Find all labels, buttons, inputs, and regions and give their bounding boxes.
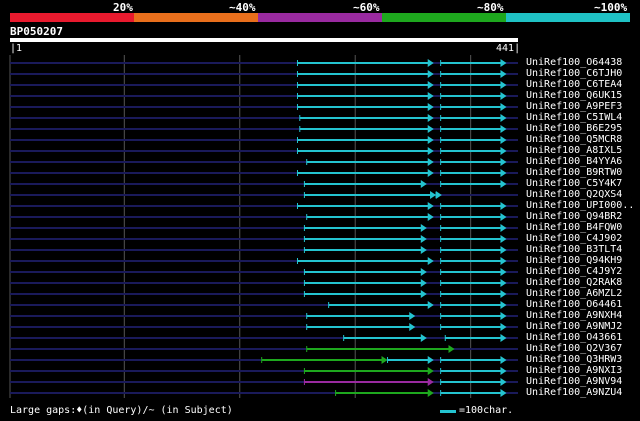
- hit-label[interactable]: UniRef100_A9NXH4: [526, 310, 622, 321]
- hit-label[interactable]: UniRef100_Q5MCR8: [526, 134, 622, 145]
- hit-segment-arrow: [500, 378, 507, 386]
- hit-segment-arrow: [427, 103, 434, 111]
- hit-segment-arrow: [500, 279, 507, 287]
- hit-label[interactable]: UniRef100_O64438: [526, 57, 622, 68]
- hit-segment-arrow: [500, 290, 507, 298]
- hit-segment-arrow: [427, 59, 434, 67]
- hit-segment-arrow: [500, 125, 507, 133]
- hit-segment-arrow: [427, 92, 434, 100]
- hit-segment-arrow: [427, 147, 434, 155]
- hit-label[interactable]: UniRef100_O43661: [526, 332, 622, 343]
- hit-label[interactable]: UniRef100_Q2RAK8: [526, 277, 622, 288]
- hit-segment-arrow: [420, 268, 427, 276]
- hit-segment-arrow: [427, 213, 434, 221]
- scale-bar: [440, 410, 456, 413]
- hit-label[interactable]: UniRef100_A9NV94: [526, 376, 622, 387]
- hit-label[interactable]: UniRef100_A6MZL2: [526, 288, 622, 299]
- hit-segment-arrow: [427, 202, 434, 210]
- hit-label[interactable]: UniRef100_O64461: [526, 299, 622, 310]
- hit-segment-arrow: [500, 114, 507, 122]
- hit-segment-arrow: [500, 147, 507, 155]
- hit-segment-arrow: [500, 257, 507, 265]
- hit-segment-arrow: [500, 59, 507, 67]
- hit-segment-arrow: [500, 213, 507, 221]
- hit-label[interactable]: UniRef100_C6TEA4: [526, 79, 622, 90]
- hit-segment-arrow: [500, 92, 507, 100]
- hit-label[interactable]: UniRef100_A9NMJ2: [526, 321, 622, 332]
- hit-segment-arrow: [500, 180, 507, 188]
- hit-segment-arrow: [381, 356, 388, 364]
- hit-segment-arrow: [500, 301, 507, 309]
- hit-segment-arrow: [500, 158, 507, 166]
- hit-segment-arrow: [420, 180, 427, 188]
- hit-segment-arrow: [500, 235, 507, 243]
- hit-segment-arrow: [500, 81, 507, 89]
- hit-label[interactable]: UniRef100_C5IWL4: [526, 112, 622, 123]
- hit-segment-arrow: [500, 202, 507, 210]
- hit-segment-arrow: [427, 367, 434, 375]
- hit-label[interactable]: UniRef100_Q2V367: [526, 343, 622, 354]
- hit-segment-arrow: [500, 389, 507, 397]
- hit-label[interactable]: UniRef100_Q94KH9: [526, 255, 622, 266]
- hit-segment-arrow: [500, 323, 507, 331]
- hit-label[interactable]: UniRef100_A9NXI3: [526, 365, 622, 376]
- hit-label[interactable]: UniRef100_Q6UK15: [526, 90, 622, 101]
- hit-segment-arrow: [427, 125, 434, 133]
- hit-label[interactable]: UniRef100_C4J902: [526, 233, 622, 244]
- hit-segment-arrow: [420, 224, 427, 232]
- hit-label[interactable]: UniRef100_Q3HRW3: [526, 354, 622, 365]
- hit-segment-arrow: [427, 301, 434, 309]
- hit-segment-arrow: [500, 169, 507, 177]
- hit-segment-arrow: [500, 136, 507, 144]
- hit-segment-arrow: [500, 103, 507, 111]
- large-gaps-note: Large gaps:♦(in Query)/~ (in Subject): [10, 405, 233, 416]
- hit-segment-arrow: [500, 224, 507, 232]
- hit-label[interactable]: UniRef100_C5Y4K7: [526, 178, 622, 189]
- hit-label[interactable]: UniRef100_C6TJH0: [526, 68, 622, 79]
- hit-segment-arrow: [427, 114, 434, 122]
- hit-label[interactable]: UniRef100_C4J9Y2: [526, 266, 622, 277]
- hit-segment-arrow: [420, 235, 427, 243]
- hit-segment-arrow: [420, 290, 427, 298]
- hit-segment-arrow: [500, 70, 507, 78]
- hit-segment-arrow: [500, 312, 507, 320]
- hit-segment-arrow: [427, 257, 434, 265]
- hit-label[interactable]: UniRef100_A8IXL5: [526, 145, 622, 156]
- hit-label[interactable]: UniRef100_Q94BR2: [526, 211, 622, 222]
- hit-segment-arrow: [500, 356, 507, 364]
- hit-segment-arrow: [427, 136, 434, 144]
- hit-segment-arrow: [427, 169, 434, 177]
- hit-segment-arrow: [500, 367, 507, 375]
- hit-label[interactable]: UniRef100_UPI000..: [526, 200, 634, 211]
- hit-segment-arrow: [427, 70, 434, 78]
- hit-segment-arrow: [500, 334, 507, 342]
- hit-label[interactable]: UniRef100_Q2QXS4: [526, 189, 622, 200]
- hit-segment-arrow: [420, 279, 427, 287]
- hit-label[interactable]: UniRef100_B9RTW0: [526, 167, 622, 178]
- scale-label: =100char.: [459, 405, 514, 416]
- hit-segment-arrow: [427, 389, 434, 397]
- hit-label[interactable]: UniRef100_B4YYA6: [526, 156, 622, 167]
- hit-label[interactable]: UniRef100_B6E295: [526, 123, 622, 134]
- hit-segment-arrow: [427, 378, 434, 386]
- hit-segment-arrow: [500, 246, 507, 254]
- hit-segment-arrow: [427, 158, 434, 166]
- hit-segment-arrow: [420, 246, 427, 254]
- hit-segment-arrow: [420, 334, 427, 342]
- hit-segment-arrow: [500, 268, 507, 276]
- hit-label[interactable]: UniRef100_B3TLT4: [526, 244, 622, 255]
- hit-segment-arrow: [430, 191, 437, 199]
- hit-segment-arrow: [448, 345, 455, 353]
- hit-label[interactable]: UniRef100_A9PEF3: [526, 101, 622, 112]
- hit-segment-arrow: [427, 356, 434, 364]
- hit-label[interactable]: UniRef100_B4FQW0: [526, 222, 622, 233]
- hit-segment-arrow: [427, 81, 434, 89]
- hit-label[interactable]: UniRef100_A9NZU4: [526, 387, 622, 398]
- hit-segment-arrow: [409, 323, 416, 331]
- hit-segment-arrow: [409, 312, 416, 320]
- hit-segment-arrow: [435, 191, 442, 199]
